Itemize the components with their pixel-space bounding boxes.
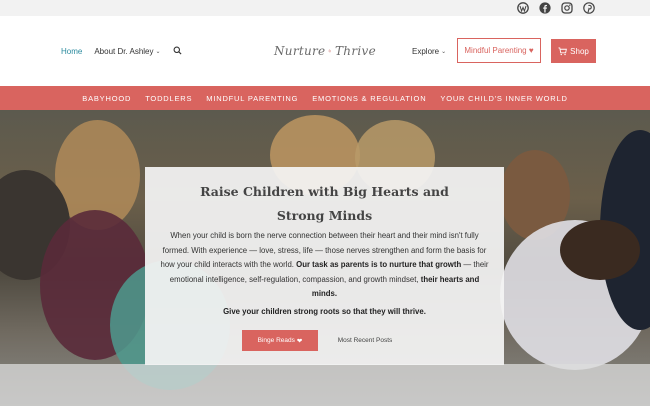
hero-body: When your child is born the nerve connec… [160,229,489,302]
chevron-down-icon: ⌄ [155,49,161,55]
shop-button[interactable]: Shop [551,39,596,63]
logo-word-nurture: Nurture [274,44,326,58]
binge-reads-button[interactable]: Binge Reads ❤ [242,330,318,351]
facebook-icon[interactable] [538,1,552,15]
most-recent-posts-link[interactable]: Most Recent Posts [335,330,395,351]
hero-title-line-1: Raise Children with Big Hearts and [200,184,449,199]
chevron-down-icon: ⌄ [441,49,447,55]
hero-roots-tagline: Give your children strong roots so that … [223,307,426,316]
nav-home-link[interactable]: Home [61,47,82,56]
hero-card: Raise Children with Big Hearts and Stron… [145,167,504,365]
mindful-parenting-button[interactable]: Mindful Parenting ♥ [457,38,541,63]
hero-bottom-fade [0,364,650,406]
instagram-icon[interactable] [560,1,574,15]
hero-title: Raise Children with Big Hearts and Stron… [145,180,504,228]
category-nav: BABYHOOD TODDLERS MINDFUL PARENTING EMOT… [0,86,650,110]
category-babyhood[interactable]: BABYHOOD [82,94,131,103]
nav-explore-link[interactable]: Explore ⌄ [412,47,446,56]
heart-icon: ❤ [296,337,303,345]
cart-icon [558,46,568,55]
shop-button-label: Shop [570,46,589,56]
nav-about-label: About Dr. Ashley [94,47,154,56]
binge-reads-label: Binge Reads [257,337,295,344]
primary-nav-left: Home About Dr. Ashley ⌄ [61,46,182,57]
logo-word-thrive: Thrive [335,44,376,58]
category-mindful-parenting[interactable]: MINDFUL PARENTING [206,94,298,103]
nav-explore-label: Explore [412,47,440,56]
search-button[interactable] [173,46,182,57]
hero-title-line-2: Strong Minds [276,208,373,223]
category-emotions-regulation[interactable]: EMOTIONS & REGULATION [312,94,426,103]
hero-body-bold-1: Our task as parents is to nurture that g… [296,260,462,270]
nav-about-link[interactable]: About Dr. Ashley ⌄ [94,47,160,56]
category-toddlers[interactable]: TODDLERS [145,94,192,103]
site-logo[interactable]: Nurture Thrive [274,42,376,60]
category-inner-world[interactable]: YOUR CHILD'S INNER WORLD [440,94,567,103]
site-header: Home About Dr. Ashley ⌄ Nurture Thrive E… [0,16,650,86]
social-icons [516,1,596,15]
hero-section: Raise Children with Big Hearts and Stron… [0,110,650,406]
leaf-icon [329,49,332,53]
social-bar [0,0,650,16]
wordpress-icon[interactable] [516,1,530,15]
pinterest-icon[interactable] [582,1,596,15]
search-icon [173,46,182,55]
